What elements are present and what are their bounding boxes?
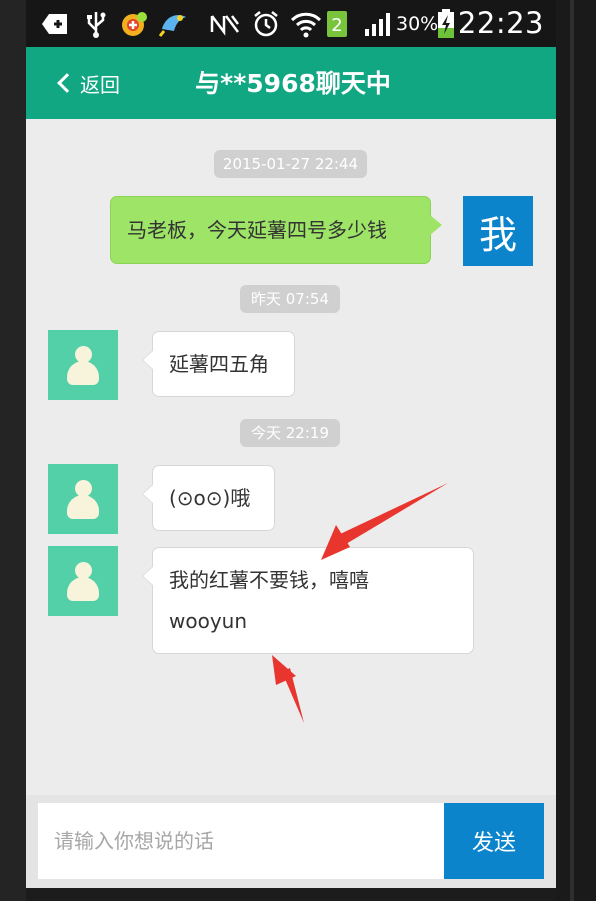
wifi-icon (290, 9, 322, 39)
message-text: (⊙o⊙)哦 (169, 486, 251, 510)
bird-app-icon (157, 9, 191, 39)
message-bubble-received[interactable]: 我的红薯不要钱，嘻嘻 wooyun (142, 547, 474, 654)
mute-icon (209, 9, 241, 39)
message-input[interactable] (38, 803, 444, 879)
notification-plus-icon (40, 9, 70, 39)
clock-time: 22:23 (457, 6, 544, 40)
message-bubble-received[interactable]: 延薯四五角 (142, 331, 295, 397)
app-badge-icon (119, 9, 149, 39)
chat-header: 返回 与**5968聊天中 (26, 47, 556, 119)
status-bar: 2 30% 22:23 (26, 0, 556, 47)
timestamp: 2015-01-27 22:44 (214, 150, 367, 178)
device-frame-left (0, 0, 26, 901)
svg-text:2: 2 (331, 15, 342, 36)
message-text: 延薯四五角 (169, 352, 269, 376)
contact-avatar[interactable] (48, 464, 118, 534)
message-bubble-received[interactable]: (⊙o⊙)哦 (142, 465, 275, 531)
phone-screen: 2 30% 22:23 返回 与**5968聊天中 2015-01-27 22:… (26, 0, 556, 888)
message-line: 我的红薯不要钱，嘻嘻 (169, 568, 369, 592)
message-line: wooyun (169, 609, 248, 633)
contact-avatar[interactable] (48, 330, 118, 400)
message-text: 我的红薯不要钱，嘻嘻 wooyun (169, 560, 369, 642)
usb-icon (84, 9, 108, 39)
alarm-icon (252, 9, 280, 39)
contact-avatar[interactable] (48, 546, 118, 616)
timestamp: 昨天 07:54 (240, 285, 340, 313)
timestamp: 今天 22:19 (240, 419, 340, 447)
my-avatar[interactable]: 我 (463, 196, 533, 266)
chat-title: 与**5968聊天中 (195, 69, 391, 98)
send-button[interactable]: 发送 (444, 803, 544, 879)
battery-charging-icon (436, 9, 456, 39)
device-frame-right (556, 0, 596, 901)
input-bar: 发送 (26, 795, 556, 888)
message-text: 马老板，今天延薯四号多少钱 (127, 218, 387, 242)
sim-2-icon: 2 (326, 9, 348, 39)
signal-icon (364, 9, 394, 39)
chat-area[interactable]: 2015-01-27 22:44 马老板，今天延薯四号多少钱 我 昨天 07:5… (26, 119, 556, 795)
battery-percent: 30% (396, 13, 439, 35)
message-bubble-sent[interactable]: 马老板，今天延薯四号多少钱 (110, 196, 442, 264)
annotation-arrow (272, 655, 304, 723)
